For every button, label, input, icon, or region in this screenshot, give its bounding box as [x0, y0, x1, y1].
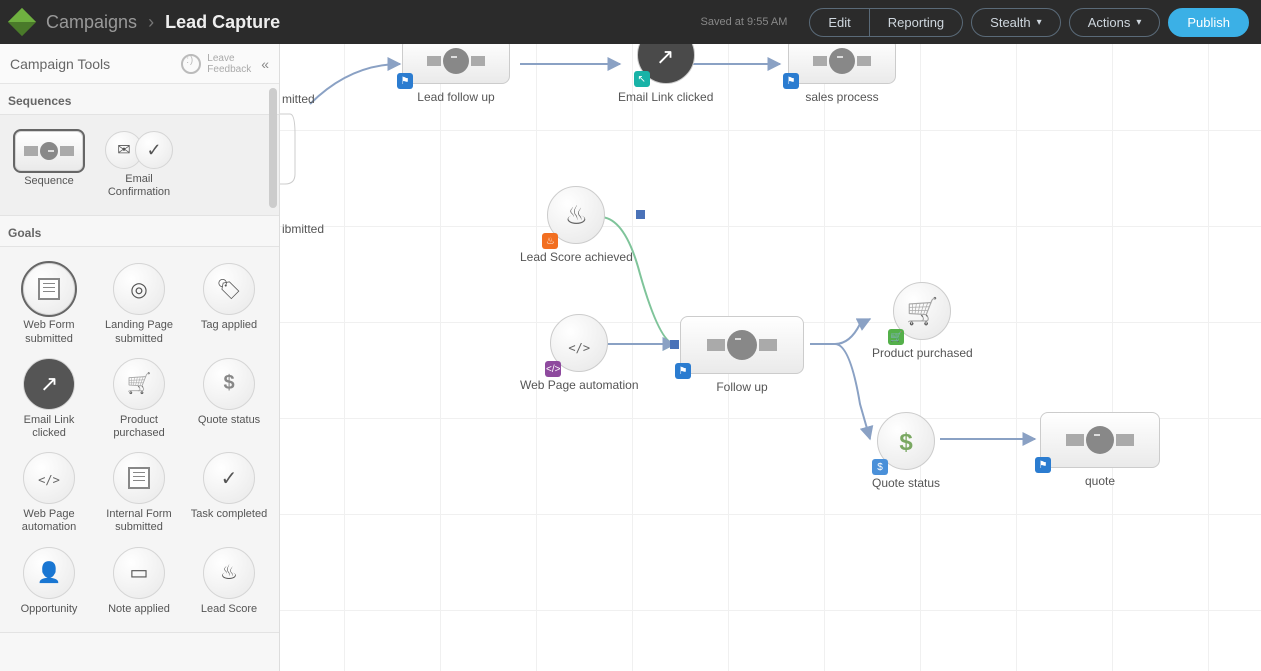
code-badge-icon: </>: [545, 361, 561, 377]
save-status: Saved at 9:55 AM: [701, 16, 788, 28]
sequence-box: ⚑: [1040, 412, 1160, 468]
node-lead-follow-up[interactable]: ⚑ Lead follow up: [402, 44, 510, 104]
sequence-box: ⚑: [402, 44, 510, 84]
sidebar-header: Campaign Tools Leave Feedback «: [0, 44, 279, 84]
tool-landing-page-submitted[interactable]: ◎ Landing Page submitted: [94, 257, 184, 351]
form-icon: [23, 263, 75, 315]
chevron-down-icon: ▾: [1037, 17, 1042, 28]
edge-handle[interactable]: [636, 210, 645, 219]
node-web-page-automation[interactable]: </> Web Page automation: [520, 314, 639, 392]
flag-icon: ⚑: [1035, 457, 1051, 473]
tool-task-completed[interactable]: ✓ Task completed: [184, 446, 274, 540]
tool-internal-form-submitted[interactable]: Internal Form submitted: [94, 446, 184, 540]
cursor-icon: ↖: [637, 44, 695, 84]
tag-icon: 🏷: [203, 263, 255, 315]
code-icon: [23, 452, 75, 504]
stealth-dropdown[interactable]: Stealth▾: [971, 8, 1061, 37]
breadcrumb: Campaigns › Lead Capture: [46, 12, 280, 33]
tool-opportunity[interactable]: 👤 Opportunity: [4, 541, 94, 622]
cursor-badge-icon: ↖: [634, 71, 650, 87]
breadcrumb-root[interactable]: Campaigns: [46, 12, 137, 32]
dollar-icon: $: [877, 412, 935, 470]
node-product-purchased[interactable]: 🛒 Product purchased: [872, 282, 973, 360]
flame-icon: ♨: [203, 547, 255, 599]
truncated-label: mitted: [282, 92, 315, 106]
tool-product-purchased[interactable]: Product purchased: [94, 352, 184, 446]
reporting-button[interactable]: Reporting: [870, 8, 963, 37]
flame-badge-icon: ♨: [542, 233, 558, 249]
truncated-label: ibmitted: [282, 222, 324, 236]
node-sales-process[interactable]: ⚑ sales process: [788, 44, 896, 104]
form-icon: [113, 452, 165, 504]
section-label-sequences: Sequences: [0, 84, 279, 114]
dollar-badge-icon: $: [872, 459, 888, 475]
breadcrumb-separator: ›: [148, 12, 154, 32]
sidebar-scroll[interactable]: Sequences Sequence ✉ ✓ Email Con: [0, 84, 279, 671]
tool-web-page-automation[interactable]: Web Page automation: [4, 446, 94, 540]
code-icon: </>: [550, 314, 608, 372]
cursor-icon: [23, 358, 75, 410]
flag-icon: ⚑: [783, 73, 799, 89]
app-header: Campaigns › Lead Capture Saved at 9:55 A…: [0, 0, 1261, 44]
check-icon: ✓: [135, 131, 173, 169]
sequence-box: ⚑: [680, 316, 804, 374]
leave-feedback-button[interactable]: Leave Feedback: [181, 53, 251, 75]
canvas[interactable]: mitted ibmitted ⚑ Lead follow up ↖ Email…: [280, 44, 1261, 671]
chevron-down-icon: ▾: [1136, 17, 1141, 28]
collapse-sidebar-icon[interactable]: «: [261, 56, 269, 72]
node-quote-status[interactable]: $ Quote status: [872, 412, 940, 490]
app-logo-icon: [8, 8, 36, 36]
breadcrumb-current: Lead Capture: [165, 12, 280, 32]
node-follow-up[interactable]: ⚑ Follow up: [680, 316, 804, 394]
edit-button[interactable]: Edit: [809, 8, 869, 37]
id-card-icon: ▭: [113, 547, 165, 599]
sidebar: Campaign Tools Leave Feedback « Sequence…: [0, 44, 280, 671]
node-lead-score-achieved[interactable]: ♨ ♨ Lead Score achieved: [520, 186, 633, 264]
tool-sequence[interactable]: Sequence: [4, 125, 94, 205]
check-circle-icon: ✓: [203, 452, 255, 504]
sidebar-title: Campaign Tools: [10, 56, 181, 72]
publish-button[interactable]: Publish: [1168, 8, 1249, 37]
flag-icon: ⚑: [675, 363, 691, 379]
cart-icon: 🛒: [893, 282, 951, 340]
person-icon: 👤: [23, 547, 75, 599]
tool-quote-status[interactable]: $ Quote status: [184, 352, 274, 446]
tool-lead-score[interactable]: ♨ Lead Score: [184, 541, 274, 622]
cart-badge-icon: 🛒: [888, 329, 904, 345]
section-goals: Web Form submitted ◎ Landing Page submit…: [0, 246, 279, 632]
edge-handle[interactable]: [670, 340, 679, 349]
sidebar-scrollbar[interactable]: [269, 88, 277, 208]
tool-web-form-submitted[interactable]: Web Form submitted: [4, 257, 94, 351]
tool-tag-applied[interactable]: 🏷 Tag applied: [184, 257, 274, 351]
tool-email-confirmation[interactable]: ✉ ✓ Email Confirmation: [94, 125, 184, 205]
node-email-link-clicked[interactable]: ↖ Email Link clicked: [618, 44, 713, 104]
smiley-icon: [181, 54, 201, 74]
tool-email-link-clicked[interactable]: Email Link clicked: [4, 352, 94, 446]
flag-icon: ⚑: [397, 73, 413, 89]
tool-note-applied[interactable]: ▭ Note applied: [94, 541, 184, 622]
target-icon: ◎: [113, 263, 165, 315]
sequence-icon: [15, 131, 83, 171]
sequence-box: ⚑: [788, 44, 896, 84]
flame-icon: ♨ ♨: [547, 186, 605, 244]
section-label-goals: Goals: [0, 216, 279, 246]
section-sequences: Sequence ✉ ✓ Email Confirmation: [0, 114, 279, 216]
node-quote[interactable]: ⚑ quote: [1040, 412, 1160, 488]
actions-dropdown[interactable]: Actions▾: [1069, 8, 1161, 37]
cart-icon: [113, 358, 165, 410]
dollar-icon: $: [203, 358, 255, 410]
